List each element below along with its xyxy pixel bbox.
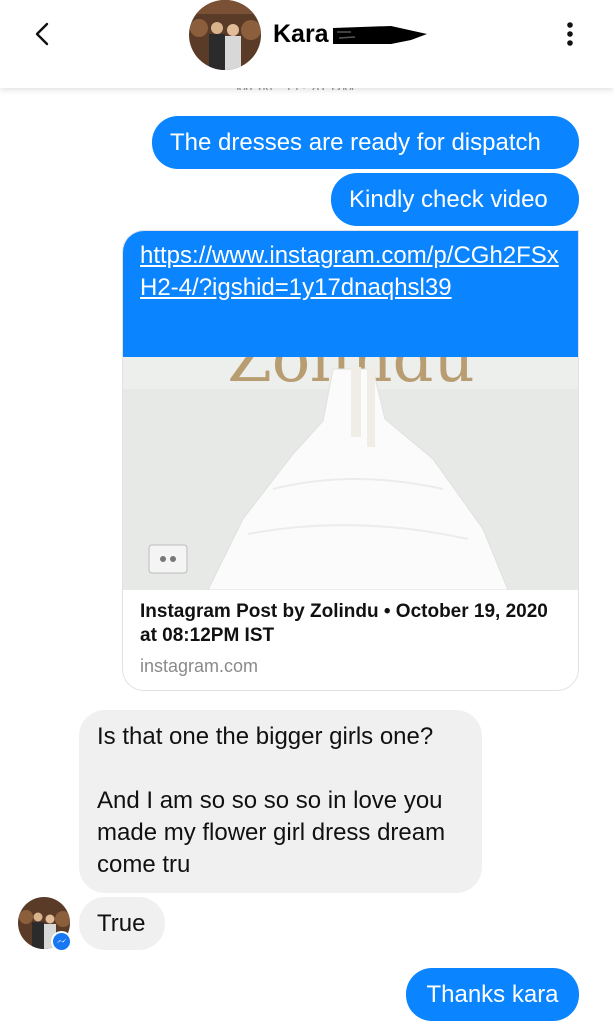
message-text: Kindly check video bbox=[349, 185, 548, 213]
link-url-area: https://www.instagram.com/p/CGh2FSxH2-4/… bbox=[123, 231, 578, 349]
contact-name[interactable]: Kara bbox=[273, 20, 329, 49]
preview-image[interactable]: Zolindu bbox=[123, 349, 579, 590]
vertical-dots-icon[interactable] bbox=[556, 18, 584, 50]
chat-screen: Kara MON, 11:29 PM The dresses are ready… bbox=[0, 0, 614, 1024]
message-text: Is that one the bigger girls one? bbox=[97, 723, 434, 750]
message-bubble-outgoing[interactable]: Thanks kara bbox=[406, 968, 579, 1021]
link-url[interactable]: https://www.instagram.com/p/CGh2FSxH2-4/… bbox=[140, 240, 562, 304]
message-bubble-incoming[interactable]: Is that one the bigger girls one? And I … bbox=[79, 710, 482, 893]
preview-domain: instagram.com bbox=[140, 656, 259, 676]
message-bubble-outgoing[interactable]: Kindly check video bbox=[331, 173, 579, 226]
message-text: Thanks kara bbox=[426, 980, 559, 1008]
preview-title: Instagram Post by Zolindu • October 19, … bbox=[140, 601, 548, 646]
message-text: And I am so so so so in love you made my… bbox=[97, 787, 446, 878]
contact-avatar[interactable] bbox=[189, 0, 261, 70]
message-text: The dresses are ready for dispatch bbox=[170, 128, 541, 156]
link-preview-card[interactable]: https://www.instagram.com/p/CGh2FSxH2-4/… bbox=[122, 230, 579, 691]
chevron-left-icon[interactable] bbox=[26, 16, 62, 52]
messenger-icon bbox=[51, 931, 72, 952]
message-text: True bbox=[97, 909, 146, 937]
message-bubble-incoming[interactable]: True bbox=[79, 897, 165, 950]
preview-meta: Instagram Post by Zolindu • October 19, … bbox=[140, 600, 560, 677]
chat-header: Kara bbox=[0, 0, 614, 88]
redaction-mark bbox=[333, 26, 427, 44]
message-bubble-outgoing[interactable]: The dresses are ready for dispatch bbox=[152, 116, 579, 169]
